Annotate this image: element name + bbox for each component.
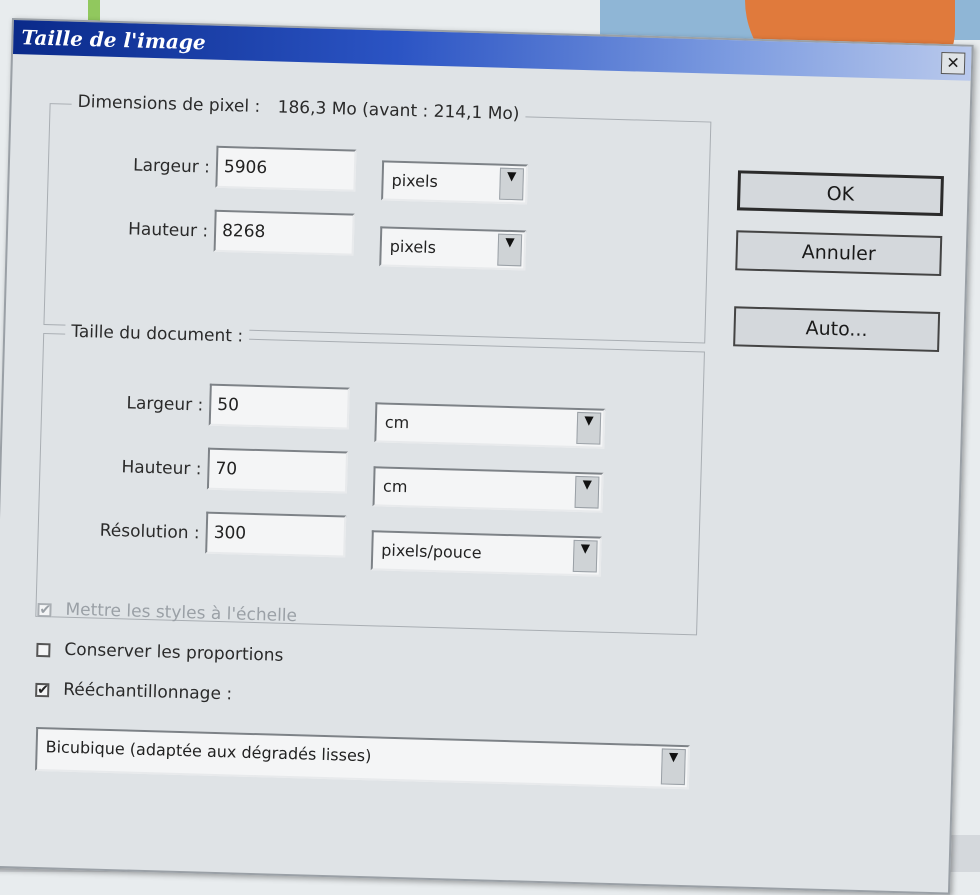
checkmark-icon: ✔ <box>37 681 50 699</box>
dialog-title: Taille de l'image <box>21 25 206 55</box>
image-size-dialog: Taille de l'image ✕ Dimensions de pixel … <box>0 18 974 895</box>
resolution-label: Résolution : <box>99 520 200 544</box>
ok-button[interactable]: OK <box>736 170 944 217</box>
doc-width-label: Largeur : <box>126 393 204 416</box>
pixel-height-unit-select[interactable]: pixels ▼ <box>379 226 527 271</box>
chevron-down-icon[interactable]: ▼ <box>572 539 598 573</box>
resolution-unit-select[interactable]: pixels/pouce ▼ <box>370 530 602 577</box>
auto-button[interactable]: Auto... <box>733 306 941 353</box>
constrain-proportions-checkbox[interactable] <box>36 642 51 658</box>
chevron-down-icon[interactable]: ▼ <box>660 748 686 786</box>
constrain-proportions-label: Conserver les proportions <box>64 639 284 666</box>
close-button[interactable]: ✕ <box>940 51 966 75</box>
pixel-height-label: Hauteur : <box>127 219 209 242</box>
chevron-down-icon[interactable]: ▼ <box>574 475 600 509</box>
resample-label: Rééchantillonnage : <box>62 679 233 705</box>
doc-width-input[interactable]: 50 <box>208 383 350 430</box>
chevron-down-icon[interactable]: ▼ <box>499 167 525 201</box>
resample-method-select[interactable]: Bicubique (adaptée aux dégradés lisses) … <box>34 726 690 790</box>
pixel-height-input[interactable]: 8268 <box>213 209 355 256</box>
document-size-group <box>35 332 705 636</box>
scale-styles-checkbox[interactable]: ✔ <box>37 602 52 619</box>
chevron-down-icon[interactable]: ▼ <box>497 233 523 267</box>
chevron-down-icon[interactable]: ▼ <box>576 411 602 445</box>
resample-checkbox[interactable]: ✔ <box>35 681 50 699</box>
pixel-width-unit-select[interactable]: pixels ▼ <box>381 160 529 205</box>
close-icon: ✕ <box>946 53 961 73</box>
doc-width-unit-select[interactable]: cm ▼ <box>374 402 606 449</box>
checkmark-icon: ✔ <box>39 602 52 619</box>
doc-height-label: Hauteur : <box>121 457 202 480</box>
cancel-button[interactable]: Annuler <box>735 230 943 277</box>
resolution-input[interactable]: 300 <box>205 511 347 558</box>
pixel-width-label: Largeur : <box>132 155 211 178</box>
pixel-width-input[interactable]: 5906 <box>215 145 357 192</box>
doc-height-unit-select[interactable]: cm ▼ <box>372 466 604 513</box>
doc-height-input[interactable]: 70 <box>206 447 349 494</box>
